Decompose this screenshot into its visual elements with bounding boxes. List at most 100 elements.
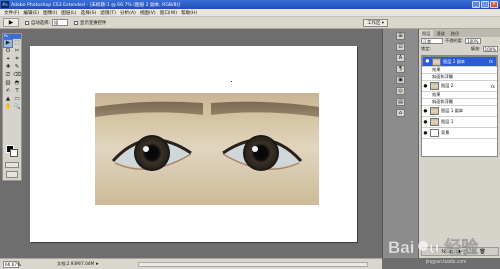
dodge-tool-button[interactable]: ◓ — [13, 80, 21, 87]
title-bar: Ps Adobe Photoshop CS3 Extended - [未标题-1… — [0, 0, 500, 9]
layer-row-2-copy[interactable]: ● 图层 2 副本 fx — [422, 56, 497, 67]
svg-text:Bai: Bai — [388, 238, 414, 257]
layer-name: 图层 2 — [441, 83, 454, 88]
history-icon[interactable]: ▤ — [396, 98, 405, 106]
workspace-button[interactable]: 工作区 ▾ — [363, 19, 388, 27]
svg-text:jingyan.baidu.com: jingyan.baidu.com — [425, 259, 466, 265]
menu-image[interactable]: 图像(I) — [43, 10, 57, 16]
fill-label: 填充: — [470, 46, 481, 51]
magic-wand-tool-button[interactable]: ⌖ — [4, 56, 12, 63]
auto-select-label: 自动选择: — [31, 20, 51, 26]
layer-effects-row[interactable]: 效果 — [422, 92, 497, 99]
eraser-tool-button[interactable]: ⌫ — [13, 72, 21, 79]
menu-filter[interactable]: 滤镜(T) — [100, 10, 116, 16]
eyes-photo-image — [95, 101, 319, 171]
shape-tool-button[interactable]: ▭ — [13, 96, 21, 103]
menu-help[interactable]: 帮助(H) — [181, 10, 197, 16]
background-color-swatch[interactable] — [10, 149, 18, 157]
document-canvas[interactable] — [30, 46, 357, 242]
layers-list: ● 图层 2 副本 fx 效果 斜面和浮雕 ● 图层 2 fx 效果 斜面和浮雕… — [421, 55, 498, 157]
layer-thumbnail — [430, 129, 439, 137]
menu-window[interactable]: 窗口(W) — [160, 10, 177, 16]
tab-paths[interactable]: 路径 — [448, 30, 462, 37]
navigator-icon[interactable]: ⊞ — [396, 32, 405, 40]
zoom-level-field[interactable]: 66.67% — [3, 260, 21, 268]
menu-file[interactable]: 文件(F) — [4, 10, 19, 16]
zoom-tool-button[interactable]: 🔍 — [13, 104, 21, 111]
auto-select-dropdown[interactable]: 组 — [52, 19, 69, 26]
move-tool-button[interactable]: ▶ — [3, 39, 13, 48]
quick-mask-button[interactable] — [5, 162, 19, 168]
healing-tool-button[interactable]: ✚ — [4, 64, 12, 71]
layer-row-1[interactable]: ● 图层 1 — [422, 117, 497, 128]
layer-effects-icon[interactable]: fx — [491, 84, 495, 89]
options-bar: ▶ 自动选择: 组 显示变换控件 工作区 ▾ — [0, 17, 500, 29]
tab-channels[interactable]: 通道 — [433, 30, 447, 37]
lasso-tool-button[interactable]: ʘ — [4, 48, 12, 55]
minimize-button[interactable]: _ — [472, 1, 480, 8]
visibility-eye-icon[interactable]: ● — [424, 59, 431, 64]
swatches-icon[interactable]: ▣ — [396, 76, 405, 84]
layer-thumbnail — [430, 118, 439, 126]
gradient-tool-button[interactable]: ▥ — [4, 80, 12, 87]
opacity-label: 不透明度: — [445, 38, 464, 43]
layers-panel: 图层 通道 路径 正常 不透明度: 100% 锁定: 填充: 100% ● 图层… — [418, 29, 500, 258]
layer-thumbnail — [430, 82, 439, 90]
menu-view[interactable]: 视图(V) — [140, 10, 156, 16]
layer-effect-bevel-row[interactable]: 斜面和浮雕 — [422, 99, 497, 106]
hand-tool-button[interactable]: ✋ — [4, 104, 12, 111]
path-select-tool-button[interactable]: ▲ — [4, 96, 12, 103]
show-transform-label: 显示变换控件 — [80, 20, 107, 26]
stamp-tool-button[interactable]: ⎚ — [4, 72, 12, 79]
document-size-info: 文档:2.93M/7.04M — [57, 261, 95, 266]
status-bar: 66.67% 文档:2.93M/7.04M ▸ — [0, 258, 382, 269]
layer-row-background[interactable]: ● 背景 — [422, 128, 497, 139]
layer-name: 背景 — [441, 130, 450, 135]
layer-thumbnail — [432, 57, 441, 66]
menu-edit[interactable]: 编辑(E) — [23, 10, 39, 16]
layer-row-2[interactable]: ● 图层 2 fx — [422, 81, 497, 92]
menu-analysis[interactable]: 分析(A) — [120, 10, 136, 16]
brush-tool-button[interactable]: ✎ — [13, 64, 21, 71]
show-transform-checkbox[interactable] — [74, 20, 79, 25]
maximize-button[interactable]: □ — [481, 1, 489, 8]
horizontal-scrollbar[interactable] — [138, 262, 368, 267]
photoshop-app-icon: Ps — [1, 1, 9, 8]
tool-preset-picker[interactable]: ▶ — [3, 18, 19, 27]
visibility-eye-icon[interactable]: ● — [422, 84, 429, 89]
marquee-tool-button[interactable]: ⬚ — [13, 40, 21, 47]
close-button[interactable]: × — [490, 1, 498, 8]
actions-icon[interactable]: ⌂ — [396, 109, 405, 117]
screen-mode-button[interactable] — [6, 171, 18, 178]
layer-effects-icon[interactable]: fx — [489, 59, 493, 64]
slice-tool-button[interactable]: ⌗ — [13, 56, 21, 63]
auto-select-checkbox[interactable] — [25, 20, 29, 25]
menu-select[interactable]: 选择(S) — [81, 10, 97, 16]
character-icon[interactable]: A — [396, 54, 405, 62]
effects-label: 效果 — [432, 67, 441, 72]
type-tool-button[interactable]: T — [13, 88, 21, 95]
fill-input[interactable]: 100% — [482, 46, 498, 52]
svg-text:u 经验: u 经验 — [429, 237, 479, 257]
window-title: Adobe Photoshop CS3 Extended - [未标题-1 @ … — [11, 2, 181, 8]
tab-layers[interactable]: 图层 — [419, 30, 434, 37]
canvas-speck — [231, 81, 232, 82]
status-menu-arrow-icon[interactable]: ▸ — [96, 261, 99, 267]
visibility-eye-icon[interactable]: ● — [422, 131, 429, 136]
layer-effect-bevel-row[interactable]: 斜面和浮雕 — [422, 74, 497, 81]
menu-bar: 文件(F) 编辑(E) 图像(I) 图层(L) 选择(S) 滤镜(T) 分析(A… — [0, 9, 500, 17]
visibility-eye-icon[interactable]: ● — [422, 109, 429, 114]
menu-layer[interactable]: 图层(L) — [61, 10, 76, 16]
lock-label: 锁定: — [421, 46, 431, 51]
layer-effects-row[interactable]: 效果 — [422, 67, 497, 74]
opacity-input[interactable]: 100% — [465, 38, 481, 44]
blend-mode-select[interactable]: 正常 — [421, 38, 443, 44]
paragraph-icon[interactable]: ¶ — [396, 65, 405, 73]
visibility-eye-icon[interactable]: ● — [422, 120, 429, 125]
eyes-photo-layer — [95, 93, 319, 205]
histogram-icon[interactable]: ⊡ — [396, 43, 405, 51]
layer-row-1-copy[interactable]: ● 图层 1 副本 — [422, 106, 497, 117]
pen-tool-button[interactable]: ✍ — [4, 88, 12, 95]
styles-icon[interactable]: ◎ — [396, 87, 405, 95]
crop-tool-button[interactable]: ✂ — [13, 48, 21, 55]
